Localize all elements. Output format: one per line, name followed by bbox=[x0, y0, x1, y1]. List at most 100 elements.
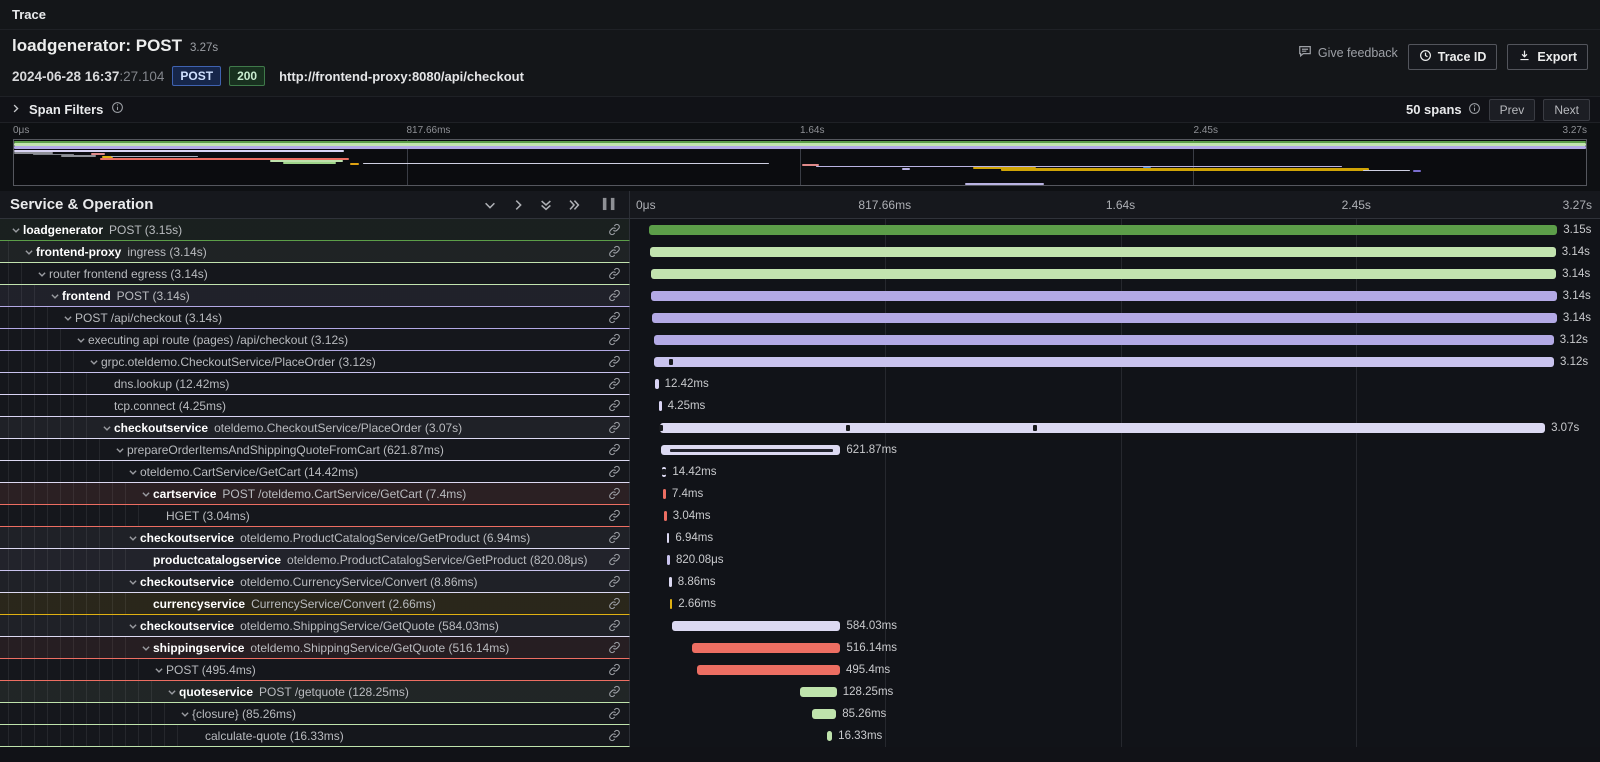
expand-chevron-icon[interactable] bbox=[138, 643, 153, 653]
expand-chevron-icon[interactable] bbox=[177, 709, 192, 719]
span-bar[interactable] bbox=[667, 555, 670, 565]
span-bar[interactable] bbox=[651, 291, 1556, 301]
span-bar[interactable] bbox=[692, 643, 841, 653]
span-bar[interactable] bbox=[672, 621, 840, 631]
span-bar[interactable] bbox=[659, 401, 662, 411]
span-row[interactable]: shippingservice oteldemo.ShippingService… bbox=[0, 637, 1600, 659]
collapse-one-icon[interactable] bbox=[483, 198, 497, 212]
span-row[interactable]: prepareOrderItemsAndShippingQuoteFromCar… bbox=[0, 439, 1600, 461]
span-bar[interactable] bbox=[661, 445, 840, 455]
expand-one-icon[interactable] bbox=[511, 198, 525, 212]
column-resize-handle[interactable]: ▌▌ bbox=[603, 199, 619, 210]
expand-chevron-icon[interactable] bbox=[60, 313, 75, 323]
span-row[interactable]: currencyservice CurrencyService/Convert … bbox=[0, 593, 1600, 615]
span-link-icon[interactable] bbox=[608, 707, 621, 720]
span-row[interactable]: checkoutservice oteldemo.CheckoutService… bbox=[0, 417, 1600, 439]
span-row[interactable]: frontend-proxy ingress (3.14s) 3.14s bbox=[0, 241, 1600, 263]
span-link-icon[interactable] bbox=[608, 619, 621, 632]
expand-chevron-icon[interactable] bbox=[151, 665, 166, 675]
expand-chevron-icon[interactable] bbox=[112, 445, 127, 455]
span-row[interactable]: POST (495.4ms) 495.4ms bbox=[0, 659, 1600, 681]
span-link-icon[interactable] bbox=[608, 487, 621, 500]
span-row[interactable]: POST /api/checkout (3.14s) 3.14s bbox=[0, 307, 1600, 329]
expand-all-icon[interactable] bbox=[567, 198, 581, 212]
span-link-icon[interactable] bbox=[608, 729, 621, 742]
span-link-icon[interactable] bbox=[608, 641, 621, 654]
span-bar[interactable] bbox=[650, 247, 1555, 257]
expand-chevron-icon[interactable] bbox=[125, 621, 140, 631]
minimap-viewport[interactable] bbox=[13, 139, 1587, 186]
expand-chevron-icon[interactable] bbox=[73, 335, 88, 345]
span-link-icon[interactable] bbox=[608, 597, 621, 610]
expand-chevron-icon[interactable] bbox=[99, 401, 114, 411]
prev-span-button[interactable]: Prev bbox=[1489, 99, 1536, 121]
expand-chevron-icon[interactable] bbox=[8, 225, 23, 235]
span-bar[interactable] bbox=[651, 269, 1556, 279]
expand-chevron-icon[interactable] bbox=[99, 379, 114, 389]
span-link-icon[interactable] bbox=[608, 509, 621, 522]
span-row[interactable]: quoteservice POST /getquote (128.25ms) 1… bbox=[0, 681, 1600, 703]
expand-chevron-icon[interactable] bbox=[34, 269, 49, 279]
info-circle-icon[interactable] bbox=[111, 101, 124, 119]
span-row[interactable]: grpc.oteldemo.CheckoutService/PlaceOrder… bbox=[0, 351, 1600, 373]
span-link-icon[interactable] bbox=[608, 399, 621, 412]
span-row[interactable]: loadgenerator POST (3.15s) 3.15s bbox=[0, 219, 1600, 241]
span-row[interactable]: checkoutservice oteldemo.CurrencyService… bbox=[0, 571, 1600, 593]
span-bar[interactable] bbox=[697, 665, 840, 675]
span-link-icon[interactable] bbox=[608, 575, 621, 588]
span-bar[interactable] bbox=[664, 511, 667, 521]
span-row[interactable]: productcatalogservice oteldemo.ProductCa… bbox=[0, 549, 1600, 571]
expand-chevron-icon[interactable] bbox=[190, 731, 205, 741]
span-link-icon[interactable] bbox=[608, 223, 621, 236]
span-row[interactable]: oteldemo.CartService/GetCart (14.42ms) 1… bbox=[0, 461, 1600, 483]
span-link-icon[interactable] bbox=[608, 289, 621, 302]
export-button[interactable]: Export bbox=[1507, 44, 1588, 70]
span-bar[interactable] bbox=[667, 533, 670, 543]
span-row[interactable]: cartservice POST /oteldemo.CartService/G… bbox=[0, 483, 1600, 505]
expand-chevron-icon[interactable] bbox=[86, 357, 101, 367]
span-bar[interactable] bbox=[654, 357, 1554, 367]
span-link-icon[interactable] bbox=[608, 685, 621, 698]
expand-chevron-icon[interactable] bbox=[125, 577, 140, 587]
span-row[interactable]: HGET (3.04ms) 3.04ms bbox=[0, 505, 1600, 527]
span-link-icon[interactable] bbox=[608, 421, 621, 434]
span-link-icon[interactable] bbox=[608, 267, 621, 280]
span-row[interactable]: checkoutservice oteldemo.ProductCatalogS… bbox=[0, 527, 1600, 549]
span-link-icon[interactable] bbox=[608, 663, 621, 676]
span-link-icon[interactable] bbox=[608, 465, 621, 478]
span-link-icon[interactable] bbox=[608, 333, 621, 346]
expand-chevron-icon[interactable] bbox=[125, 533, 140, 543]
span-row[interactable]: executing api route (pages) /api/checkou… bbox=[0, 329, 1600, 351]
expand-chevron-icon[interactable] bbox=[164, 687, 179, 697]
span-bar[interactable] bbox=[652, 313, 1557, 323]
span-bar[interactable] bbox=[812, 709, 837, 719]
expand-chevron-icon[interactable] bbox=[138, 599, 153, 609]
span-link-icon[interactable] bbox=[608, 245, 621, 258]
give-feedback-button[interactable]: Give feedback bbox=[1298, 44, 1398, 61]
span-link-icon[interactable] bbox=[608, 553, 621, 566]
span-bar[interactable] bbox=[655, 379, 659, 389]
span-row[interactable]: checkoutservice oteldemo.ShippingService… bbox=[0, 615, 1600, 637]
span-row[interactable]: router frontend egress (3.14s) 3.14s bbox=[0, 263, 1600, 285]
span-link-icon[interactable] bbox=[608, 377, 621, 390]
expand-chevron-icon[interactable] bbox=[125, 467, 140, 477]
span-bar[interactable] bbox=[660, 423, 1545, 433]
expand-chevron-icon[interactable] bbox=[138, 555, 153, 565]
span-link-icon[interactable] bbox=[608, 531, 621, 544]
span-filters-toggle[interactable]: Span Filters bbox=[10, 101, 124, 119]
span-bar[interactable] bbox=[670, 599, 673, 609]
span-bar[interactable] bbox=[669, 577, 672, 587]
span-link-icon[interactable] bbox=[608, 311, 621, 324]
span-row[interactable]: calculate-quote (16.33ms) 16.33ms bbox=[0, 725, 1600, 747]
expand-chevron-icon[interactable] bbox=[99, 423, 114, 433]
span-link-icon[interactable] bbox=[608, 355, 621, 368]
span-row[interactable]: tcp.connect (4.25ms) 4.25ms bbox=[0, 395, 1600, 417]
collapse-all-icon[interactable] bbox=[539, 198, 553, 212]
span-bar[interactable] bbox=[662, 467, 666, 477]
info-circle-icon[interactable] bbox=[1468, 102, 1481, 118]
expand-chevron-icon[interactable] bbox=[21, 247, 36, 257]
span-bar[interactable] bbox=[827, 731, 832, 741]
span-row[interactable]: dns.lookup (12.42ms) 12.42ms bbox=[0, 373, 1600, 395]
span-bar[interactable] bbox=[649, 225, 1557, 235]
span-row[interactable]: {closure} (85.26ms) 85.26ms bbox=[0, 703, 1600, 725]
